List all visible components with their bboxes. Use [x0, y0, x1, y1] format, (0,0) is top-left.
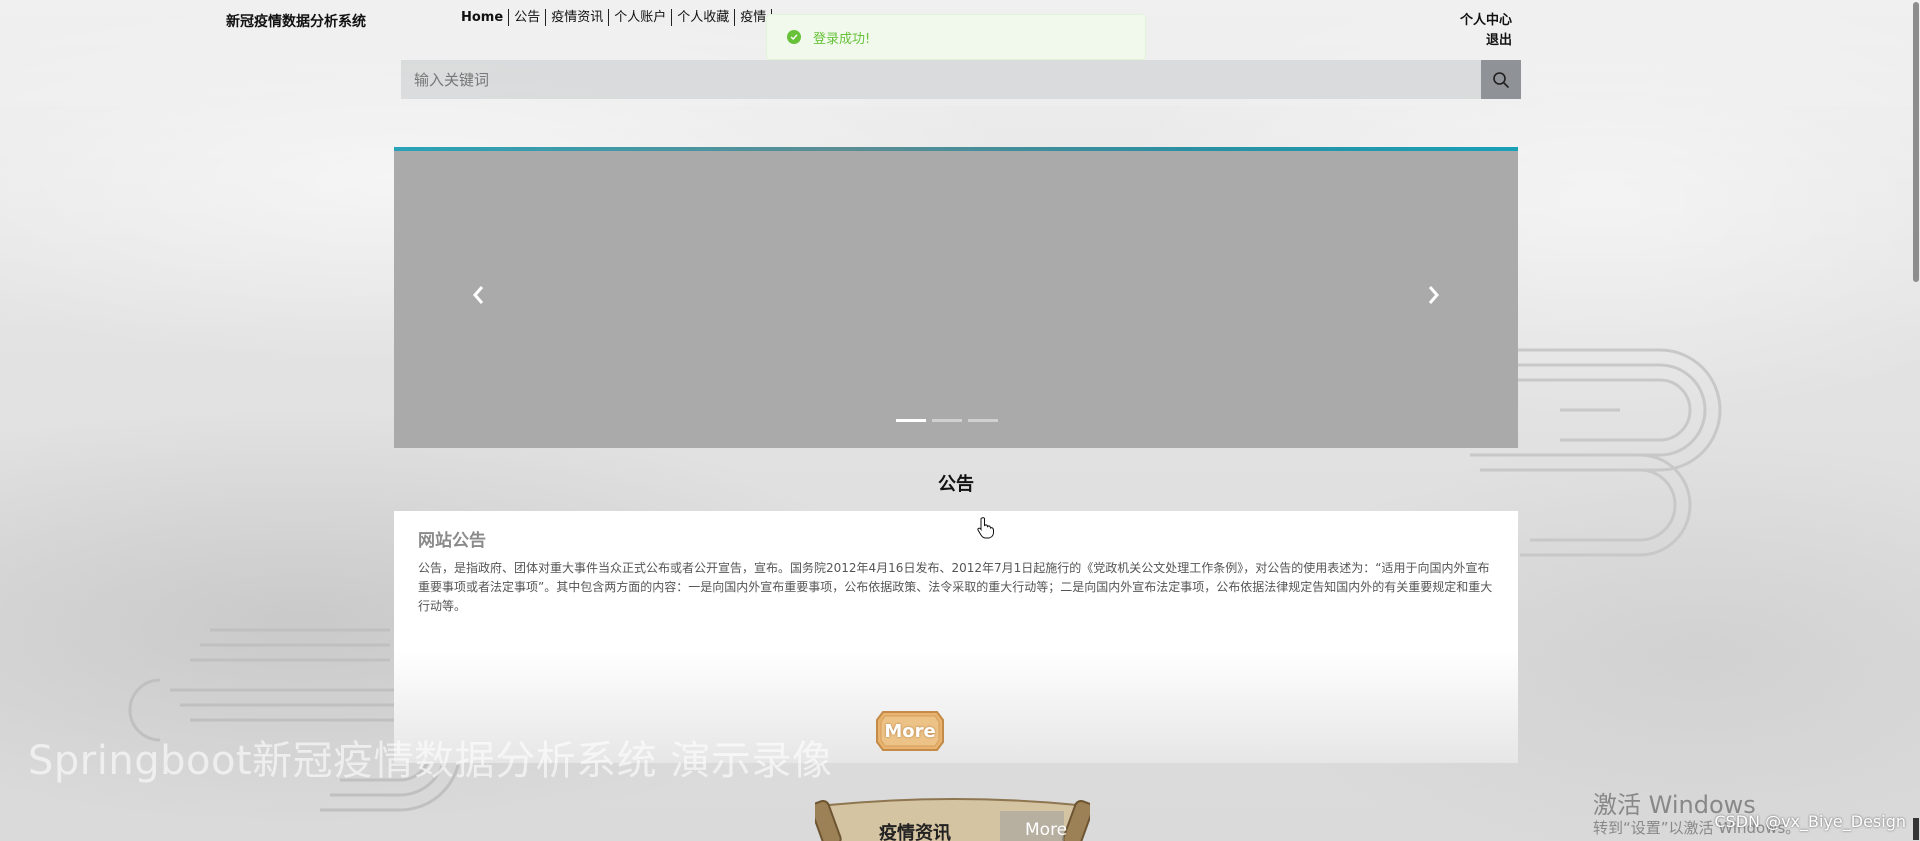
search-icon	[1493, 71, 1509, 88]
chevron-left-icon	[473, 286, 484, 304]
check-circle-icon	[787, 30, 801, 44]
user-center-link[interactable]: 个人中心	[1460, 11, 1512, 31]
notice-more-label: More	[884, 720, 936, 742]
nav-epidemic-news[interactable]: 疫情资讯	[546, 9, 610, 26]
carousel-indicator-1[interactable]	[896, 419, 926, 422]
notice-card-body: 公告，是指政府、团体对重大事件当众正式公布或者公开宣告，宣布。国务院2012年4…	[418, 561, 1493, 613]
scrollbar-corner	[1913, 818, 1919, 840]
notice-card: 网站公告 公告，是指政府、团体对重大事件当众正式公布或者公开宣告，宣布。国务院2…	[394, 511, 1518, 763]
chevron-right-icon	[1428, 286, 1439, 304]
site-brand[interactable]: 新冠疫情数据分析系统	[226, 11, 366, 31]
video-watermark: Springboot新冠疫情数据分析系统 演示录像	[28, 738, 833, 784]
nav-announcements[interactable]: 公告	[509, 9, 547, 26]
image-carousel[interactable]	[394, 147, 1518, 448]
news-section-title: 疫情资讯	[879, 823, 951, 841]
notice-section-title: 公告	[938, 474, 974, 495]
nav-home[interactable]: Home	[458, 9, 510, 26]
success-toast: 登录成功!	[766, 14, 1146, 60]
toast-message: 登录成功!	[813, 31, 871, 47]
carousel-indicator-3[interactable]	[968, 419, 998, 422]
carousel-indicators	[896, 419, 998, 422]
search-button[interactable]	[1481, 60, 1521, 99]
carousel-indicator-2[interactable]	[932, 419, 962, 422]
page-scrollbar[interactable]	[1912, 0, 1920, 841]
news-section-banner: 疫情资讯 More	[815, 797, 1090, 841]
news-more-link[interactable]: More	[1025, 820, 1067, 840]
csdn-watermark: CSDN @vx_Biye_Design	[1714, 812, 1906, 831]
search-bar	[401, 60, 1521, 99]
logout-link[interactable]: 退出	[1460, 31, 1512, 51]
notice-more-button[interactable]: More	[875, 710, 945, 752]
notice-card-title[interactable]: 网站公告	[418, 526, 486, 551]
hand-cursor-icon	[977, 517, 994, 539]
search-input[interactable]	[401, 60, 1481, 99]
user-links: 个人中心 退出	[1460, 11, 1512, 51]
carousel-image-edge	[394, 147, 1518, 151]
scrollbar-thumb[interactable]	[1913, 2, 1919, 282]
nav-personal-account[interactable]: 个人账户	[609, 9, 673, 26]
carousel-next-button[interactable]	[1422, 280, 1446, 310]
nav-personal-favorites[interactable]: 个人收藏	[672, 9, 736, 26]
carousel-prev-button[interactable]	[466, 280, 490, 310]
